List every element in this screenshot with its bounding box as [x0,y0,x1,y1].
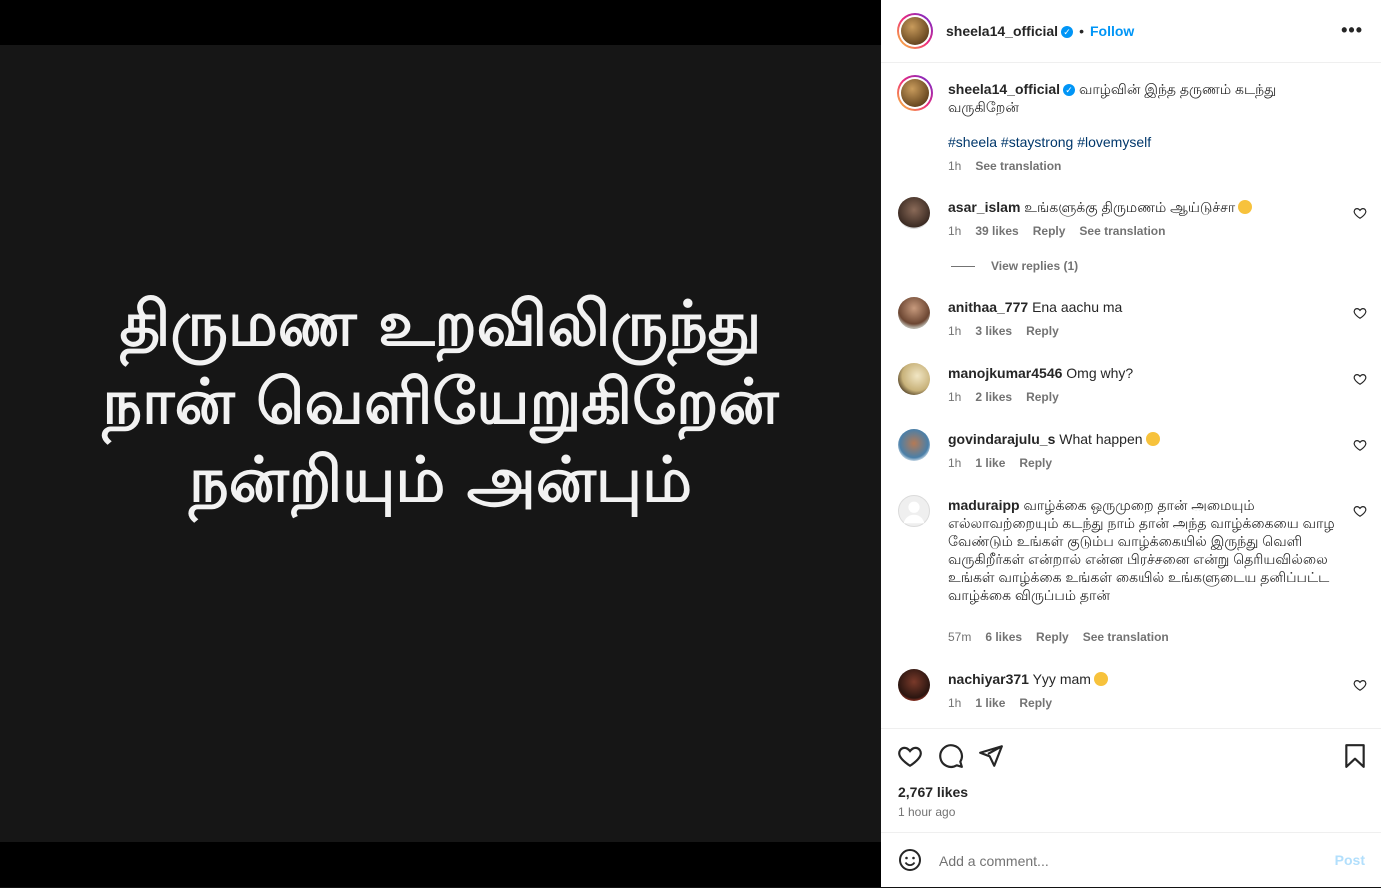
comment-username[interactable]: govindarajulu_s [948,431,1055,447]
commenter-avatar[interactable] [898,669,930,701]
commenter-avatar[interactable] [898,197,930,229]
view-replies-label: View replies (1) [991,259,1079,273]
comment-text-block: manojkumar4546 Omg why? [948,364,1343,382]
like-comment-heart-icon[interactable] [1353,438,1367,452]
post-media[interactable]: திருமண உறவிலிருந்து நான் வெளியேறுகிறேன் … [0,0,881,887]
comment-meta: 1h 1 like Reply [948,696,1066,710]
comment-text: What happen [1059,431,1143,447]
comment-time: 1h [948,390,962,404]
comment-meta: 1h 1 like Reply [948,456,1066,470]
comment-text-block: asar_islam உங்களுக்கு திருமணம் ஆய்டுச்சா [948,198,1343,216]
see-translation-button[interactable]: See translation [1083,630,1169,644]
post-actions: 2,767 likes 1 hour ago [881,728,1381,833]
comment-likes[interactable]: 2 likes [975,390,1012,404]
emoji-icon[interactable] [898,848,922,872]
comment-username[interactable]: anithaa_777 [948,299,1028,315]
media-bottom-band [0,842,881,887]
comment-text: Omg why? [1066,365,1134,381]
caption-meta: 1h See translation [948,159,1075,173]
caption-hashtags[interactable]: #sheela #staystrong #lovemyself [948,134,1151,150]
author-avatar[interactable] [897,13,933,49]
like-comment-heart-icon[interactable] [1353,504,1367,518]
post-comment-button[interactable]: Post [1335,852,1365,868]
post-timestamp: 1 hour ago [898,805,956,819]
see-translation-button[interactable]: See translation [1079,224,1165,238]
post-text-line-3: நன்றியும் அன்பும் [189,443,692,516]
commenter-avatar-placeholder[interactable] [898,495,930,527]
caption-username[interactable]: sheela14_official [948,81,1060,97]
post-header: sheela14_official ✓ • Follow ••• [881,0,1381,63]
share-send-icon[interactable] [978,743,1004,769]
caption-avatar[interactable] [897,75,933,111]
verified-badge-icon: ✓ [1061,26,1074,39]
comment-text: Yyy mam [1032,671,1091,687]
comment-likes[interactable]: 1 like [975,696,1005,710]
like-comment-heart-icon[interactable] [1353,678,1367,692]
commenter-avatar[interactable] [898,429,930,461]
post-text-line-2: நான் வெளியேறுகிறேன் [102,365,779,438]
default-user-icon [903,501,925,524]
reply-button[interactable]: Reply [1033,224,1066,238]
surprised-emoji-icon [1238,200,1253,214]
commenter-avatar[interactable] [898,363,930,395]
header-username[interactable]: sheela14_official [946,23,1058,39]
header-separator: • [1079,23,1084,39]
post-likes-count[interactable]: 2,767 likes [898,784,968,800]
post-side-panel: sheela14_official ✓ • Follow ••• sheela14_o… [881,0,1381,887]
comment-text-block: govindarajulu_s What happen [948,430,1343,448]
comment-username[interactable]: asar_islam [948,199,1020,215]
comment-likes[interactable]: 3 likes [975,324,1012,338]
like-heart-icon[interactable] [897,743,923,769]
comment-text-block: nachiyar371 Yyy mam [948,670,1343,688]
commenter-avatar[interactable] [898,297,930,329]
comment-time: 1h [948,324,962,338]
comment-meta: 1h 2 likes Reply [948,390,1073,404]
comment-time: 1h [948,696,962,710]
post-text-line-1: திருமண உறவிலிருந்து [119,287,762,360]
caption-time: 1h [948,159,962,173]
save-bookmark-icon[interactable] [1342,743,1368,769]
reply-button[interactable]: Reply [1019,696,1052,710]
comment-time: 1h [948,456,962,470]
comment-meta: 57m 6 likes Reply See translation [948,630,1183,644]
verified-badge-icon: ✓ [1063,84,1076,97]
follow-button[interactable]: Follow [1090,23,1134,39]
comment-meta: 1h 39 likes Reply See translation [948,224,1179,238]
post-image-text: திருமண உறவிலிருந்து நான் வெளியேறுகிறேன் … [0,285,881,519]
caption-see-translation[interactable]: See translation [975,159,1061,173]
comment-text: Ena aachu ma [1032,299,1123,315]
like-comment-heart-icon[interactable] [1353,306,1367,320]
comment-likes[interactable]: 39 likes [975,224,1018,238]
comment-meta: 1h 3 likes Reply [948,324,1073,338]
comment-text: உங்களுக்கு திருமணம் ஆய்டுச்சா [1024,199,1236,215]
comment-username[interactable]: nachiyar371 [948,671,1029,687]
reply-button[interactable]: Reply [1026,324,1059,338]
like-comment-heart-icon[interactable] [1353,372,1367,386]
comment-time: 57m [948,630,972,644]
reply-button[interactable]: Reply [1019,456,1052,470]
view-replies-button[interactable]: View replies (1) [951,259,1078,273]
reply-button[interactable]: Reply [1026,390,1059,404]
comment-time: 1h [948,224,962,238]
reply-button[interactable]: Reply [1036,630,1069,644]
comment-username[interactable]: manojkumar4546 [948,365,1062,381]
media-top-band [0,0,881,45]
like-comment-heart-icon[interactable] [1353,206,1367,220]
more-options-icon[interactable]: ••• [1341,20,1363,41]
confused-emoji-icon [1145,432,1160,446]
comment-text-block: maduraipp வாழ்க்கை ஒருமுறை தான் அமையும் … [948,496,1343,604]
comment-username[interactable]: maduraipp [948,497,1020,513]
add-comment-bar: Post [881,832,1381,888]
add-comment-input[interactable] [937,845,1321,877]
header-user: sheela14_official ✓ • Follow [946,23,1134,39]
comment-likes[interactable]: 6 likes [985,630,1022,644]
sad-emoji-icon [1093,672,1108,686]
comment-text-block: anithaa_777 Ena aachu ma [948,298,1343,316]
caption-text-block: sheela14_official ✓ வாழ்வின் இந்த தருணம் … [948,80,1343,116]
comment-icon[interactable] [938,743,964,769]
comment-likes[interactable]: 1 like [975,456,1005,470]
